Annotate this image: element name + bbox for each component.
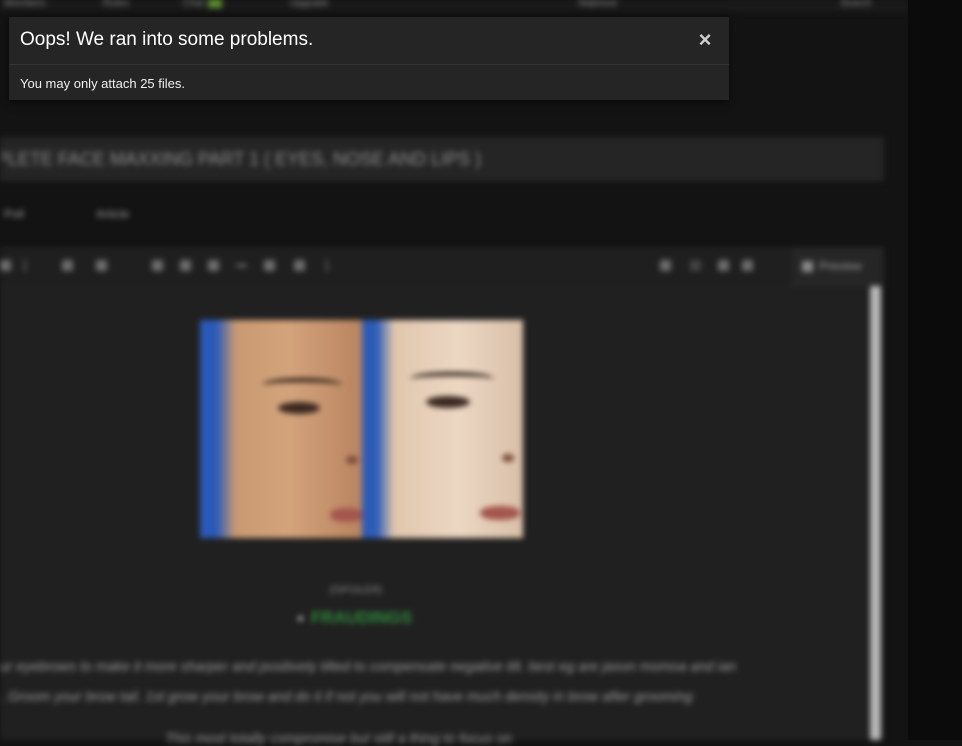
editor-scrollbar-thumb[interactable] [870,286,881,740]
toolbar-divider [24,260,26,272]
undo-icon[interactable] [660,260,671,271]
nav-members[interactable]: Members [4,0,46,9]
preview-icon [802,261,813,273]
thread-title-text: PLETE FACE MAXXING PART 1 ( EYES, NOSE A… [0,149,482,169]
error-dialog-header: Oops! We ran into some problems. × [9,17,729,65]
eyebrow-shape [262,378,342,392]
list-icon[interactable] [62,260,73,271]
lip-shape [330,508,364,522]
link-icon[interactable] [152,260,163,271]
nostril-shape [502,454,514,462]
nav-chat-label: Chat [183,0,205,9]
bullet-icon [298,616,303,622]
thread-title-field[interactable]: PLETE FACE MAXXING PART 1 ( EYES, NOSE A… [0,137,884,181]
top-navigation-bar: Members Rules Chat Upgrade Alabrese Sear… [0,0,908,12]
redo-icon[interactable] [690,260,701,271]
eye-shape [278,402,320,414]
media-icon[interactable] [264,260,275,271]
drafts-icon[interactable] [742,260,753,271]
background-page: Members Rules Chat Upgrade Alabrese Sear… [0,0,962,746]
before-after-face-image [200,320,523,538]
close-icon[interactable]: × [692,26,718,54]
eye-shape [426,396,470,408]
align-icon[interactable] [96,260,107,271]
paragraph-line: . Groom your brow tail. 1st grow your br… [0,688,693,704]
section-heading: FRAUDINGS [298,608,412,628]
horizontal-line-icon[interactable] [236,264,247,267]
section-heading-text: FRAUDINGS [311,608,413,627]
preview-label: Preview [819,259,862,273]
page-right-margin [908,0,962,740]
error-title: Oops! We ran into some problems. [20,29,314,50]
smilie-icon[interactable] [208,260,219,271]
spoiler-tag: [/SPOILER] [330,585,382,596]
nav-upgrade[interactable]: Upgrade [290,0,328,9]
quote-icon[interactable] [294,260,305,271]
eyebrow-shape [410,372,494,386]
paint-icon[interactable] [0,260,11,271]
error-message: You may only attach 25 files. [20,76,186,91]
nostril-shape [346,456,358,464]
image-icon[interactable] [180,260,191,271]
face-image-after [362,320,523,538]
nav-search[interactable]: Search [840,0,872,9]
paragraph-line: ur eyebrows to make it more sharper and … [0,658,737,674]
preview-button[interactable]: Preview [792,247,884,285]
post-type-article[interactable]: Article [96,207,129,221]
toolbar-divider [326,260,328,272]
face-image-before [200,320,364,538]
paragraph-line: This most totally compromise but still a… [165,730,513,746]
nav-user-account[interactable]: Alabrese [578,0,617,9]
chat-count-badge [208,0,223,8]
nav-rules[interactable]: Rules [103,0,129,9]
fullscreen-icon[interactable] [718,260,729,271]
lip-shape [480,506,520,520]
post-type-poll[interactable]: Poll [4,207,24,221]
nav-chat[interactable]: Chat [183,0,223,9]
editor-toolbar: Preview [0,247,884,286]
error-dialog: Oops! We ran into some problems. × You m… [9,17,729,100]
